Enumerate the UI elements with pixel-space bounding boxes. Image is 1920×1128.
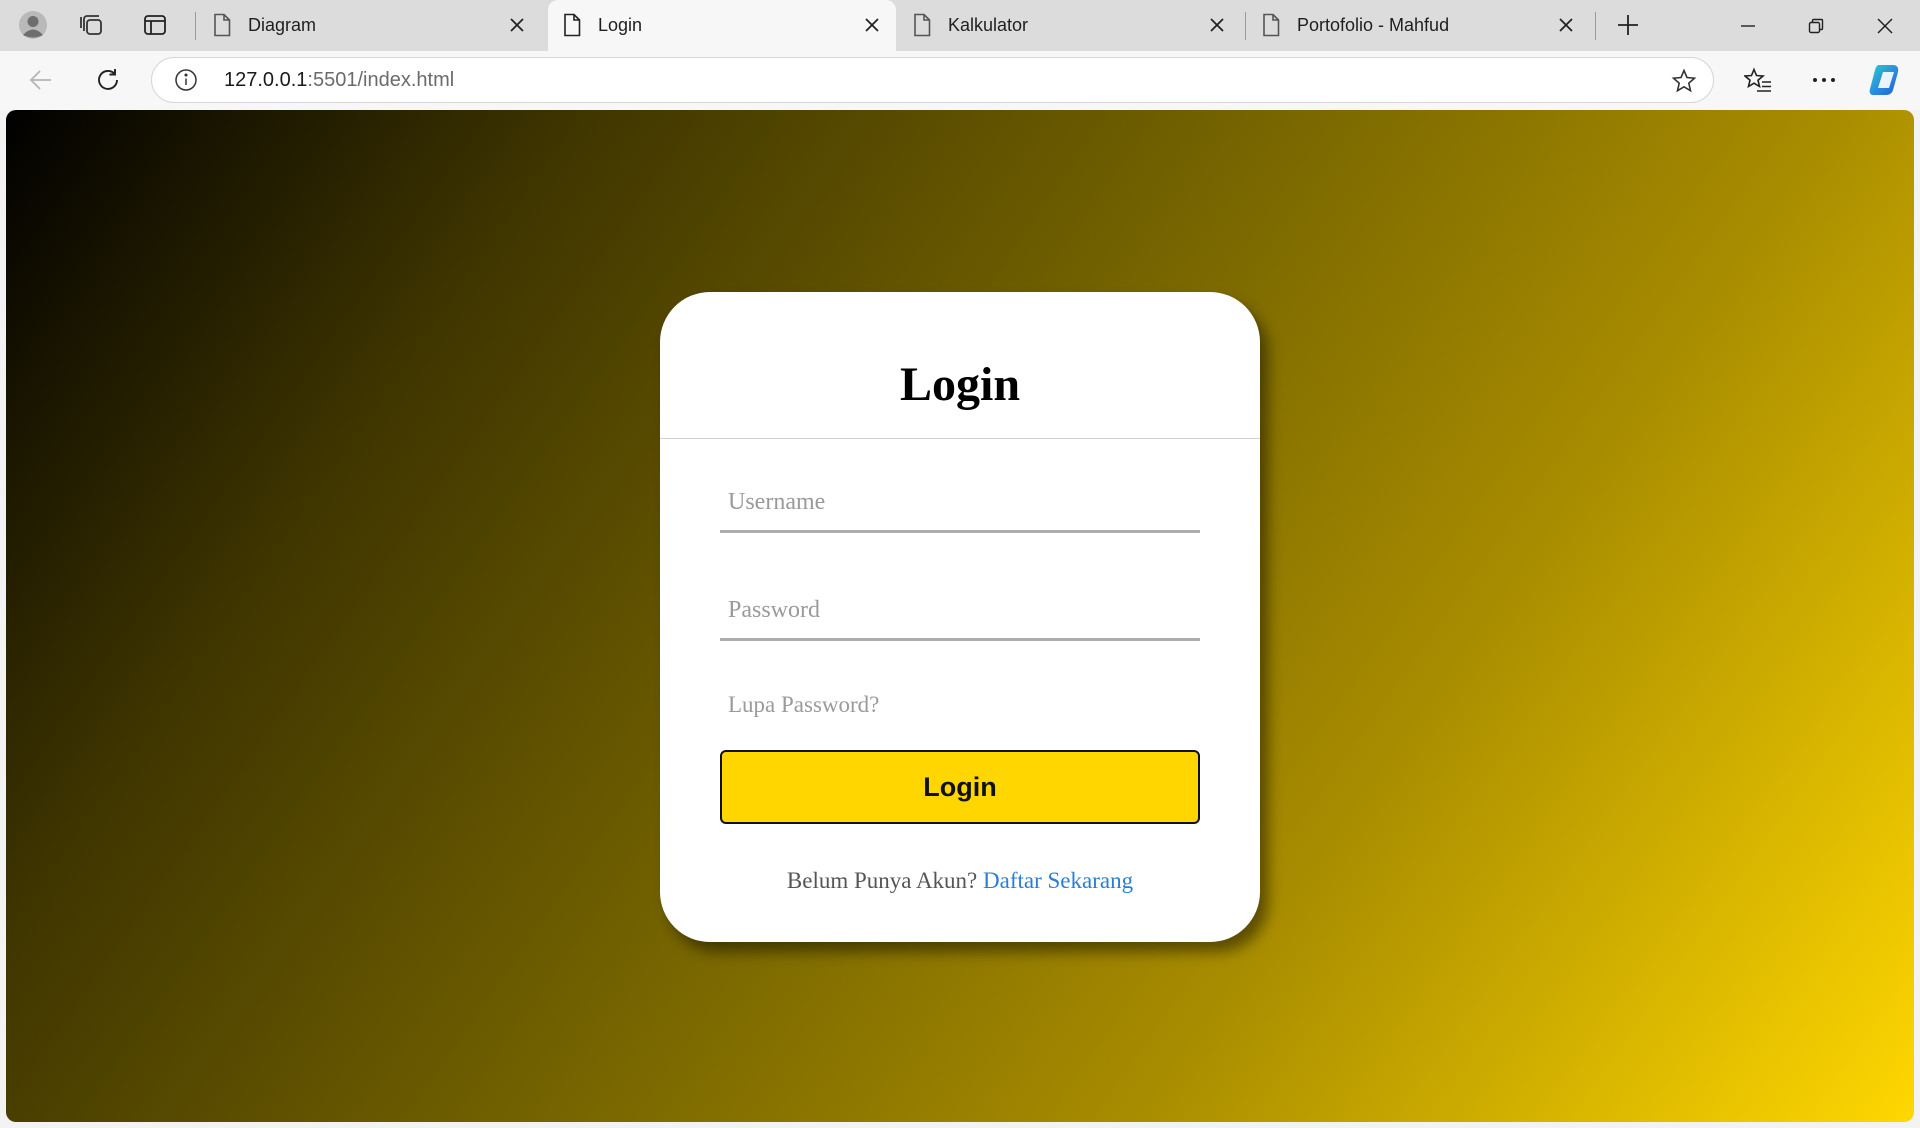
tab-strip: Diagram Login Kalkulator Portofolio - Ma… <box>0 0 1920 51</box>
url-path: :5501/index.html <box>307 69 455 91</box>
login-title: Login <box>899 358 1021 411</box>
profile-button[interactable] <box>13 6 53 44</box>
vertical-tabs-button[interactable] <box>135 6 175 44</box>
back-button[interactable] <box>19 58 63 102</box>
more-dots-icon <box>1813 78 1835 82</box>
minimize-icon <box>1741 24 1755 27</box>
tab-separator <box>1245 12 1246 40</box>
refresh-button[interactable] <box>86 58 130 102</box>
signup-prompt: Belum Punya Akun? Daftar Sekarang <box>660 868 1260 894</box>
tab-kalkulator[interactable]: Kalkulator <box>898 0 1241 51</box>
site-info-icon[interactable] <box>174 68 198 97</box>
profile-avatar-icon <box>19 11 47 39</box>
url-text[interactable]: 127.0.0.1:5501/index.html <box>224 69 454 92</box>
tab-separator <box>195 12 196 40</box>
favorites-list-icon <box>1744 67 1771 92</box>
minimize-button[interactable] <box>1713 0 1783 51</box>
tab-actions-icon <box>144 15 166 35</box>
password-field <box>720 583 1200 641</box>
close-tab-icon[interactable] <box>1556 15 1576 35</box>
login-button[interactable]: Login <box>720 750 1200 824</box>
username-field <box>720 475 1200 533</box>
settings-more-button[interactable] <box>1802 58 1846 102</box>
back-arrow-icon <box>29 70 51 90</box>
url-host: 127.0.0.1 <box>224 69 308 91</box>
close-tab-icon[interactable] <box>862 15 882 35</box>
title-divider <box>660 438 1260 439</box>
tab-title: Kalkulator <box>948 15 1029 35</box>
forgot-password-link[interactable]: Lupa Password? <box>728 692 879 718</box>
username-input[interactable] <box>720 475 1200 530</box>
close-window-button[interactable] <box>1850 0 1920 51</box>
copilot-icon <box>1869 65 1899 95</box>
close-tab-icon[interactable] <box>1207 15 1227 35</box>
tab-title: Portofolio - Mahfud <box>1297 15 1450 35</box>
restore-icon <box>1808 18 1824 33</box>
plus-icon <box>1618 15 1638 35</box>
login-card: Login Lupa Password? Login Belum Punya A… <box>660 292 1260 942</box>
browser-toolbar: 127.0.0.1:5501/index.html <box>0 51 1920 110</box>
password-input[interactable] <box>720 583 1200 638</box>
close-tab-icon[interactable] <box>507 15 527 35</box>
page-icon <box>1261 13 1281 42</box>
refresh-icon <box>98 69 118 90</box>
copilot-button[interactable] <box>1864 58 1908 102</box>
tab-title: Login <box>598 15 643 35</box>
favorites-button[interactable] <box>1736 58 1780 102</box>
tab-login[interactable]: Login <box>548 0 896 51</box>
page-icon <box>912 13 932 42</box>
signup-prompt-text: Belum Punya Akun? <box>786 868 978 893</box>
signup-link[interactable]: Daftar Sekarang <box>983 868 1133 893</box>
tab-separator <box>1595 12 1596 40</box>
restore-button[interactable] <box>1781 0 1851 51</box>
workspaces-button[interactable] <box>72 6 112 44</box>
page-icon <box>562 13 582 42</box>
workspaces-icon <box>80 15 102 35</box>
tab-portofolio[interactable]: Portofolio - Mahfud <box>1247 0 1590 51</box>
page-icon <box>212 13 232 42</box>
favorite-star-icon[interactable] <box>1671 68 1697 99</box>
new-tab-button[interactable] <box>1608 6 1648 44</box>
address-bar[interactable]: 127.0.0.1:5501/index.html <box>151 57 1714 103</box>
tab-diagram[interactable]: Diagram <box>198 0 541 51</box>
close-icon <box>1877 17 1893 34</box>
page-viewport: Login Lupa Password? Login Belum Punya A… <box>6 110 1914 1122</box>
tab-title: Diagram <box>248 15 317 35</box>
